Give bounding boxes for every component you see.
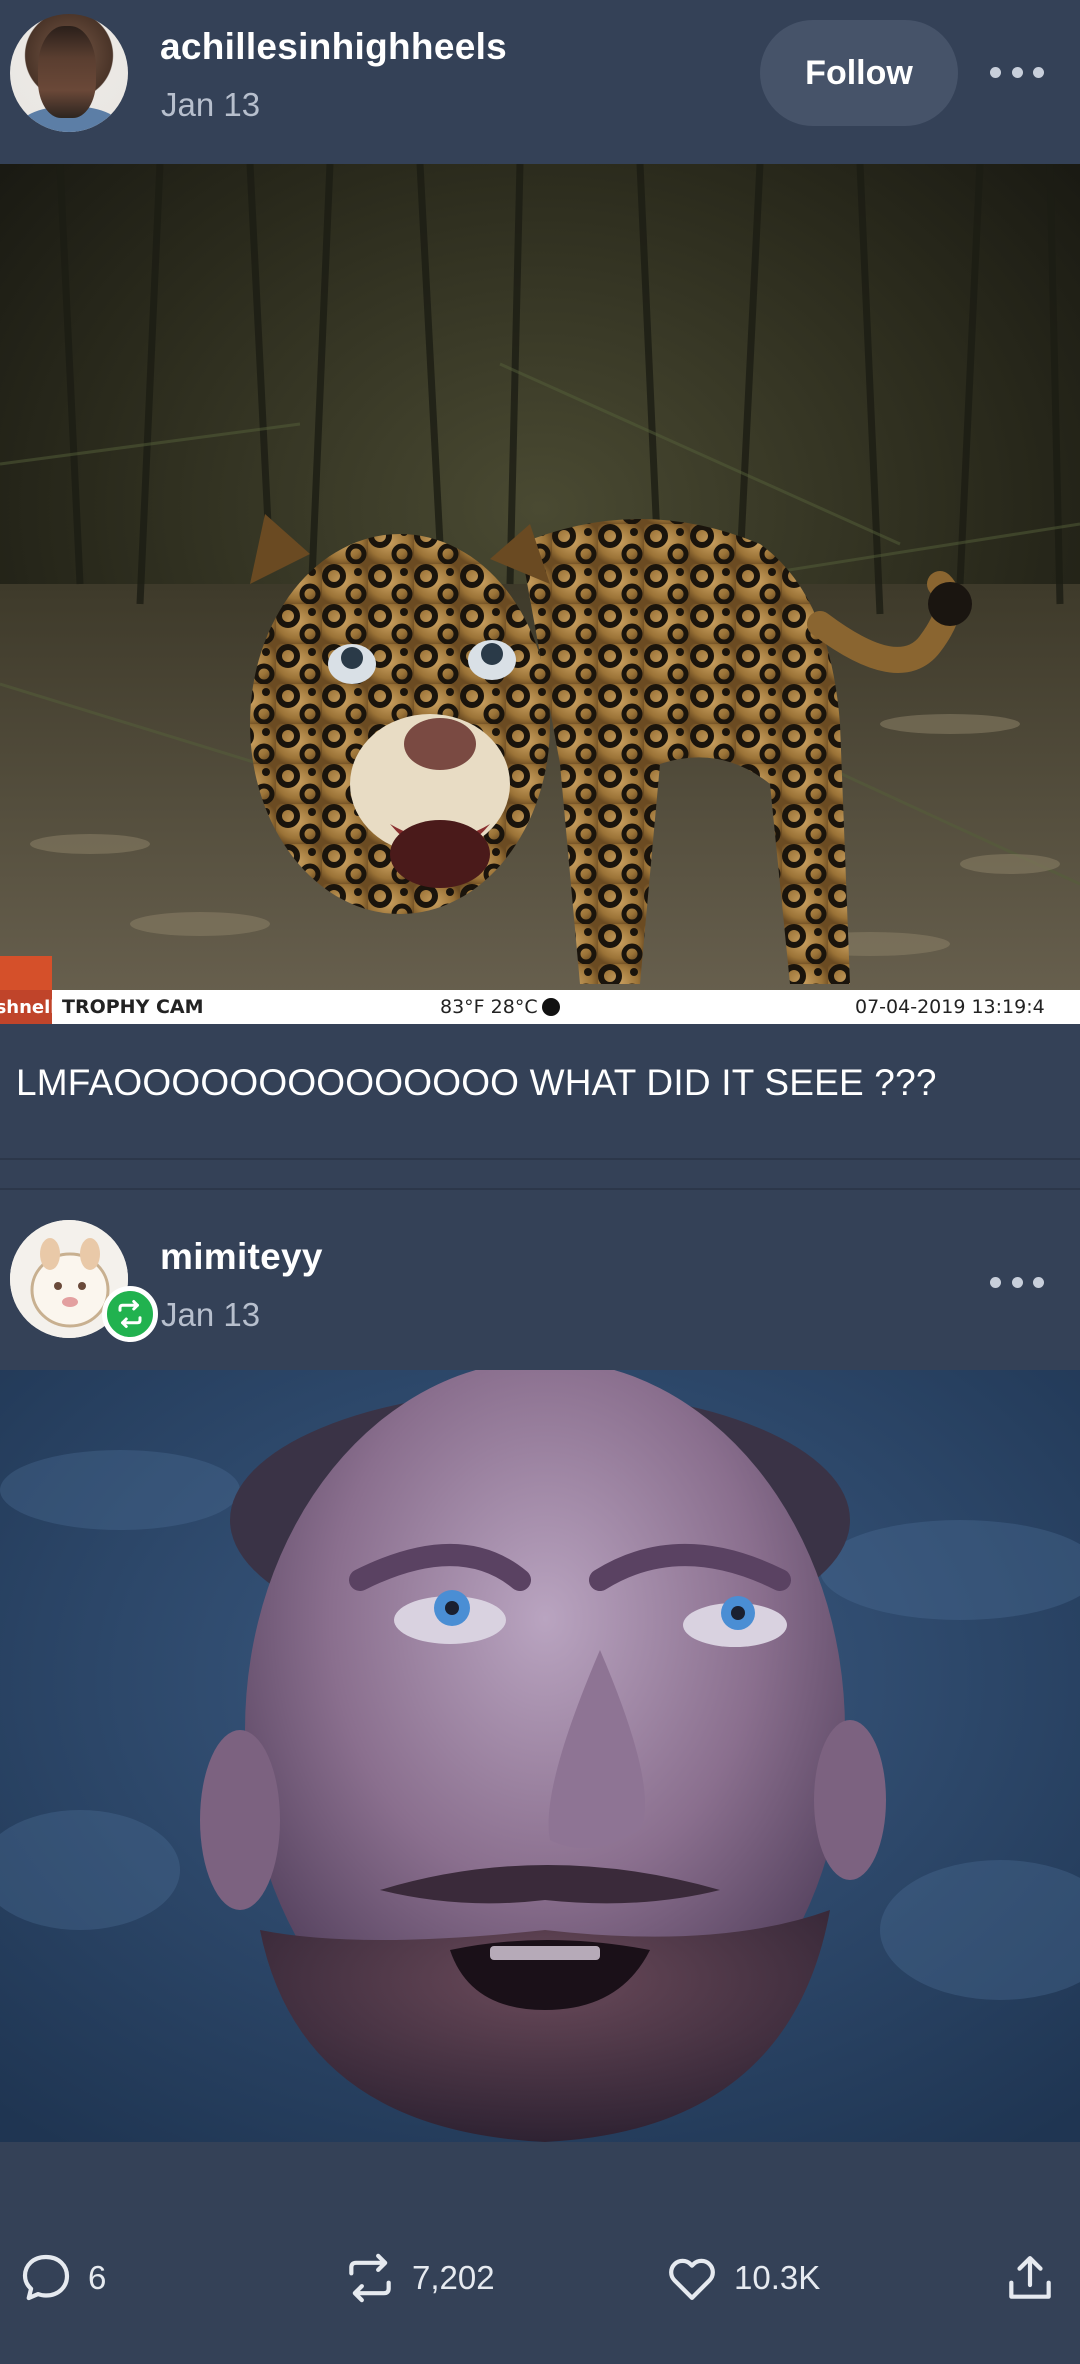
camera-timestamp: 07-04-2019 13:19:4 — [855, 996, 1045, 1018]
moon-icon — [541, 998, 560, 1016]
post-actions-bar: 6 7,202 10.3K — [0, 2142, 1080, 2364]
post-image[interactable]: shnell TROPHY CAM 83°F 28°C 07-04-2019 1… — [0, 164, 1080, 1024]
camera-temperature: 83°F 28°C — [440, 996, 560, 1018]
follow-button[interactable]: Follow — [760, 20, 958, 126]
share-icon — [1009, 2256, 1051, 2299]
reblog-header: mimiteyy Jan 13 — [0, 1204, 1080, 1368]
dashboard-feed: achillesinhighheels Jan 13 Follow shnel … — [0, 0, 1080, 2364]
post-caption: LMFAOOOOOOOOOOOOOO WHAT DID IT SEEE ??? — [16, 1062, 937, 1103]
post-header: achillesinhighheels Jan 13 Follow — [0, 0, 1080, 164]
post-date: Jan 13 — [161, 1296, 261, 1333]
camera-temperature-text: 83°F 28°C — [440, 996, 538, 1018]
divider — [0, 1188, 1080, 1190]
reblog-button[interactable]: 7,202 — [342, 2248, 495, 2308]
post-image[interactable] — [0, 1370, 1080, 2142]
trail-cam-info-strip: shnell TROPHY CAM 83°F 28°C 07-04-2019 1… — [0, 956, 1080, 1024]
heart-icon — [669, 2258, 715, 2300]
post-date: Jan 13 — [161, 86, 261, 123]
camera-brand: TROPHY CAM — [62, 996, 204, 1018]
like-button[interactable]: 10.3K — [664, 2248, 820, 2308]
reblog-badge-icon — [102, 1286, 158, 1342]
avatar[interactable] — [10, 14, 128, 132]
reblog-icon — [349, 2253, 391, 2303]
post-username[interactable]: achillesinhighheels — [160, 26, 507, 68]
more-options-icon[interactable] — [990, 1272, 1044, 1292]
comments-button[interactable]: 6 — [18, 2248, 106, 2308]
comments-count: 6 — [88, 2259, 107, 2296]
post-username[interactable]: mimiteyy — [160, 1236, 323, 1278]
share-button[interactable] — [1002, 2248, 1058, 2308]
reblogs-count: 7,202 — [412, 2259, 495, 2296]
likes-count: 10.3K — [734, 2259, 821, 2296]
camera-logo-text: shnell — [0, 990, 52, 1024]
more-options-icon[interactable] — [990, 62, 1044, 82]
divider — [0, 1158, 1080, 1160]
comment-icon — [22, 2254, 70, 2301]
